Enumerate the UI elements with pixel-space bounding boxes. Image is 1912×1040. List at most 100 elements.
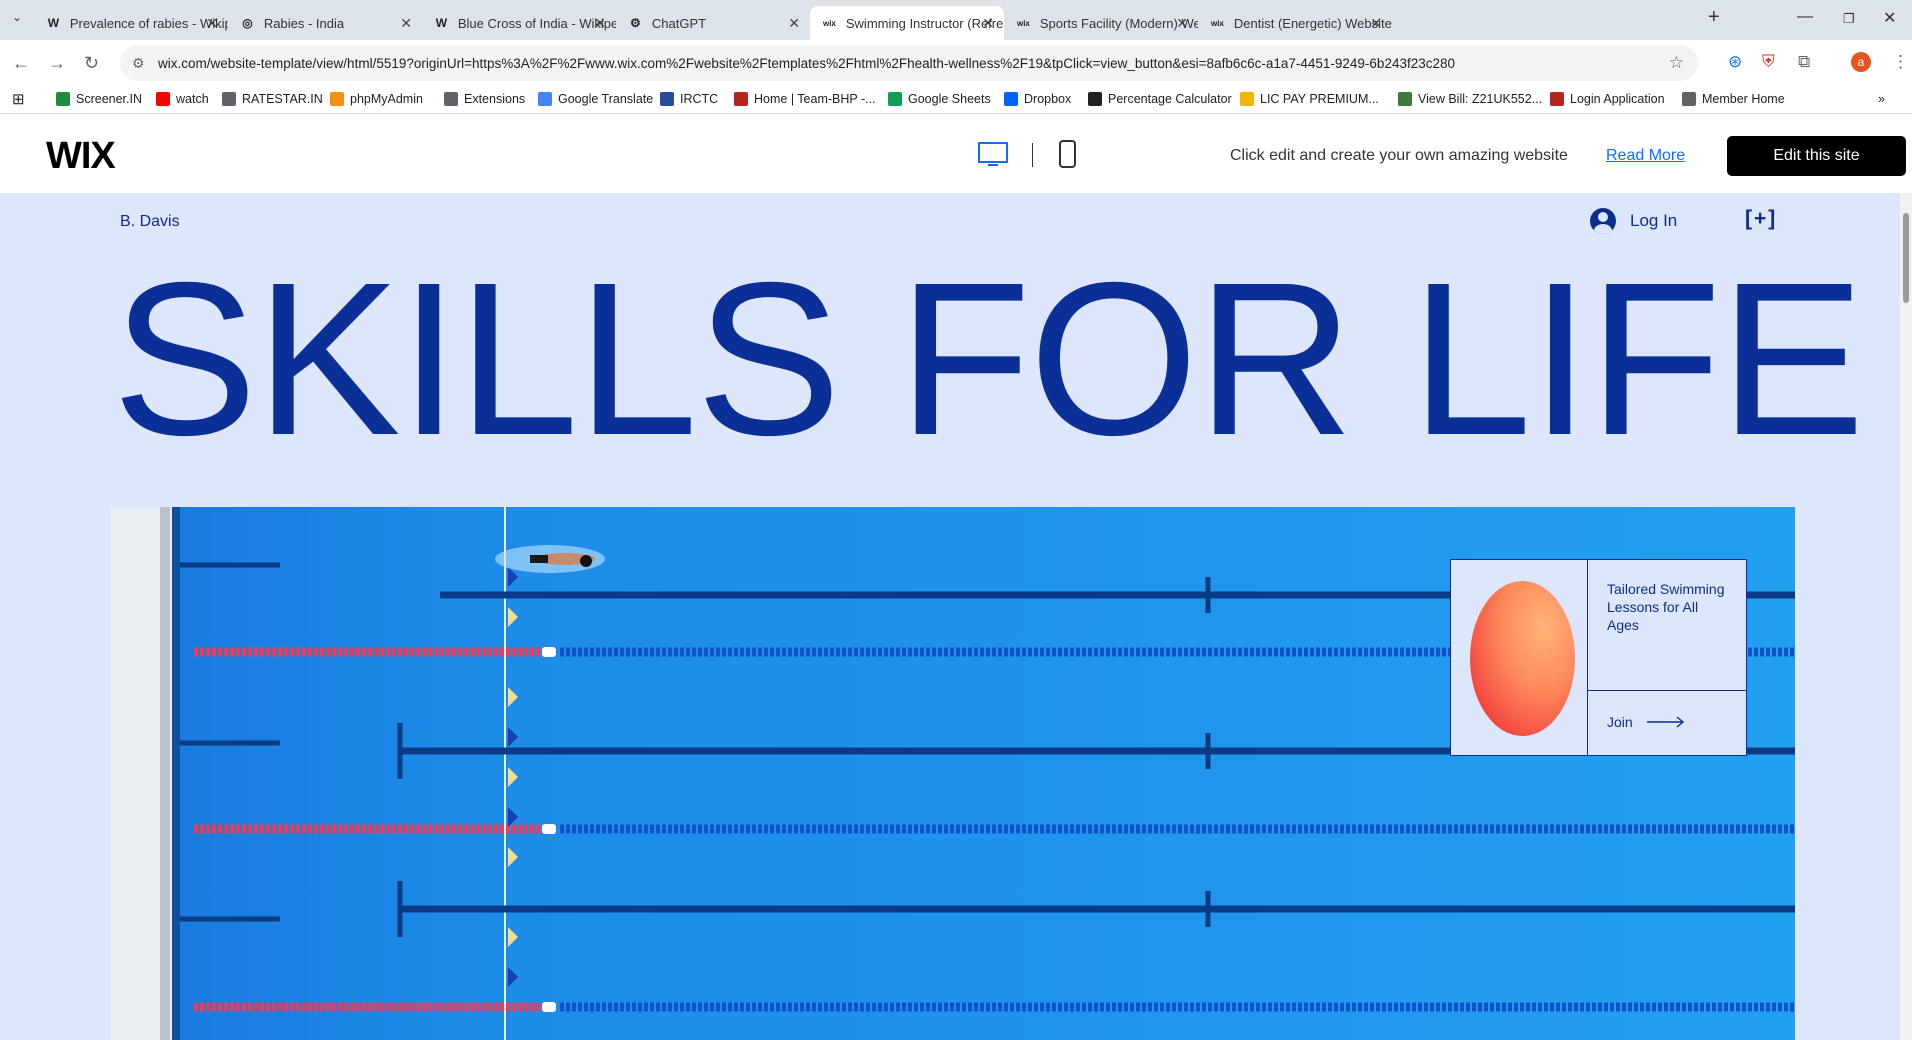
bookmark-label: watch: [176, 92, 209, 106]
join-label: Join: [1607, 714, 1633, 730]
minimize-icon[interactable]: —: [1797, 8, 1813, 26]
site-info-icon[interactable]: ⚙: [132, 55, 145, 72]
wix-icon: wix: [822, 18, 836, 28]
new-tab-icon[interactable]: +: [1708, 6, 1720, 29]
bookmark-favicon-icon: [888, 92, 902, 106]
bookmark-item[interactable]: Member Home: [1682, 92, 1785, 106]
extensions-puzzle-icon[interactable]: ⧉: [1798, 52, 1810, 72]
close-tab-icon[interactable]: ✕: [206, 15, 218, 32]
hero-title: SKILLS FOR LIFE: [112, 238, 1865, 481]
close-tab-icon[interactable]: ✕: [1176, 15, 1188, 32]
mobile-view-icon[interactable]: [1058, 139, 1078, 169]
wix-preview-bar: WIX Click edit and create your own amazi…: [0, 115, 1912, 193]
extension-icon[interactable]: ⊛: [1728, 52, 1742, 72]
shield-extension-icon[interactable]: ⛨: [1762, 52, 1775, 72]
bookmark-star-icon[interactable]: ☆: [1669, 53, 1684, 73]
cart-icon[interactable]: [+]: [1745, 207, 1777, 231]
bookmark-label: Member Home: [1702, 92, 1785, 106]
bookmark-label: View Bill: Z21UK552...: [1418, 92, 1543, 106]
lessons-card: Tailored Swimming Lessons for All Ages J…: [1450, 559, 1747, 756]
bookmark-label: Dropbox: [1024, 92, 1072, 106]
bookmark-favicon-icon: [56, 92, 70, 106]
bookmark-item[interactable]: Dropbox: [1004, 92, 1071, 106]
close-window-icon[interactable]: ✕: [1883, 8, 1896, 28]
bookmark-item[interactable]: Screener.IN: [56, 92, 142, 106]
gradient-egg-graphic: [1470, 581, 1575, 736]
apps-grid-icon[interactable]: ⊞: [12, 90, 25, 108]
tab-title: Blue Cross of India - Wikipedia: [457, 15, 616, 31]
bookmark-item[interactable]: View Bill: Z21UK552...: [1398, 92, 1542, 106]
bookmark-label: Google Sheets: [908, 92, 991, 106]
device-divider: [1032, 143, 1033, 167]
browser-tab[interactable]: wix Swimming Instructor (Refreshing)✕: [810, 6, 1004, 40]
bookmark-label: LIC PAY PREMIUM...: [1260, 92, 1379, 106]
tab-search-icon[interactable]: ⌄: [12, 10, 22, 24]
page-scrollbar[interactable]: [1900, 193, 1912, 1040]
tab-title: Dentist (Energetic) Website Template: [1233, 15, 1392, 31]
bookmark-label: Screener.IN: [76, 92, 143, 106]
edit-site-button[interactable]: Edit this site: [1727, 136, 1906, 176]
bookmarks-bar: ⊞ Screener.IN watch RATESTAR.IN phpMyAdmin E…: [0, 86, 1912, 114]
browser-tab[interactable]: wix Dentist (Energetic) Website Template✕: [1198, 6, 1392, 40]
login-label: Log In: [1630, 211, 1678, 230]
bookmark-item[interactable]: LIC PAY PREMIUM...: [1240, 92, 1379, 106]
bookmark-item[interactable]: Home | Team-BHP -...: [734, 92, 876, 106]
bookmark-favicon-icon: [660, 92, 674, 106]
profile-avatar[interactable]: a: [1851, 52, 1871, 72]
bookmark-item[interactable]: RATESTAR.IN: [222, 92, 323, 106]
restore-icon[interactable]: ❐: [1843, 11, 1855, 27]
bookmark-favicon-icon: [734, 92, 748, 106]
bookmark-item[interactable]: Google Translate: [538, 92, 653, 106]
desktop-view-icon[interactable]: [977, 141, 1009, 169]
address-bar[interactable]: ⚙ wix.com/website-template/view/html/551…: [120, 45, 1698, 81]
wix-logo: WIX: [46, 135, 116, 177]
more-bookmarks-icon[interactable]: »: [1878, 92, 1885, 106]
bookmark-item[interactable]: Extensions: [444, 92, 525, 106]
scrollbar-thumb[interactable]: [1903, 213, 1909, 303]
bookmark-item[interactable]: IRCTC: [660, 92, 718, 106]
url-text: wix.com/website-template/view/html/5519?…: [158, 55, 1456, 71]
card-divider: [1587, 690, 1747, 691]
bookmark-label: IRCTC: [680, 92, 719, 106]
forward-icon[interactable]: →: [48, 53, 66, 74]
user-icon: [1590, 208, 1616, 234]
bookmark-item[interactable]: Google Sheets: [888, 92, 991, 106]
bookmark-favicon-icon: [1088, 92, 1102, 106]
tab-title: Sports Facility (Modern) Website: [1039, 15, 1198, 31]
bookmark-label: Home | Team-BHP -...: [754, 92, 876, 106]
bookmark-favicon-icon: [330, 92, 344, 106]
bookmark-item[interactable]: Percentage Calculator: [1088, 92, 1232, 106]
close-tab-icon[interactable]: ✕: [788, 15, 800, 32]
read-more-link[interactable]: Read More: [1606, 147, 1685, 165]
browser-tab[interactable]: W Blue Cross of India - Wikipedia✕: [422, 6, 616, 40]
browser-tab[interactable]: ◎ Rabies - India ✕: [228, 6, 422, 40]
site-brand[interactable]: B. Davis: [120, 213, 180, 231]
bookmark-label: phpMyAdmin: [350, 92, 423, 106]
site-preview: B. Davis Log In [+] SKILLS FOR LIFE Tail…: [0, 193, 1912, 1040]
tab-title: ChatGPT: [651, 15, 707, 31]
bookmark-item[interactable]: Login Application: [1550, 92, 1665, 106]
card-divider: [1587, 560, 1588, 755]
bookmark-item[interactable]: phpMyAdmin: [330, 92, 423, 106]
wix-icon: wix: [1210, 18, 1224, 28]
close-tab-icon[interactable]: ✕: [594, 15, 606, 32]
browser-tab-strip: ⌄ WPrevalence of rabies - Wikipedia✕◎Rab…: [0, 0, 1912, 40]
login-button[interactable]: Log In: [1590, 208, 1677, 234]
close-tab-icon[interactable]: ✕: [1370, 15, 1382, 32]
close-tab-icon[interactable]: ✕: [982, 15, 994, 32]
bookmark-favicon-icon: [1550, 92, 1564, 106]
wikipedia-icon: W: [47, 16, 60, 30]
join-link[interactable]: Join: [1607, 714, 1687, 730]
bookmark-favicon-icon: [222, 92, 236, 106]
browser-tab[interactable]: W Prevalence of rabies - Wikipedia✕: [34, 6, 228, 40]
bookmark-label: RATESTAR.IN: [242, 92, 323, 106]
bookmark-favicon-icon: [444, 92, 458, 106]
bookmark-item[interactable]: watch: [156, 92, 209, 106]
browser-tab[interactable]: ⚙ ChatGPT ✕: [616, 6, 810, 40]
back-icon[interactable]: ←: [12, 53, 30, 74]
reload-icon[interactable]: ↻: [84, 53, 99, 74]
close-tab-icon[interactable]: ✕: [400, 15, 412, 32]
browser-menu-icon[interactable]: ⋮: [1892, 52, 1909, 72]
bookmark-favicon-icon: [1240, 92, 1254, 106]
browser-tab[interactable]: wix Sports Facility (Modern) Website✕: [1004, 6, 1198, 40]
